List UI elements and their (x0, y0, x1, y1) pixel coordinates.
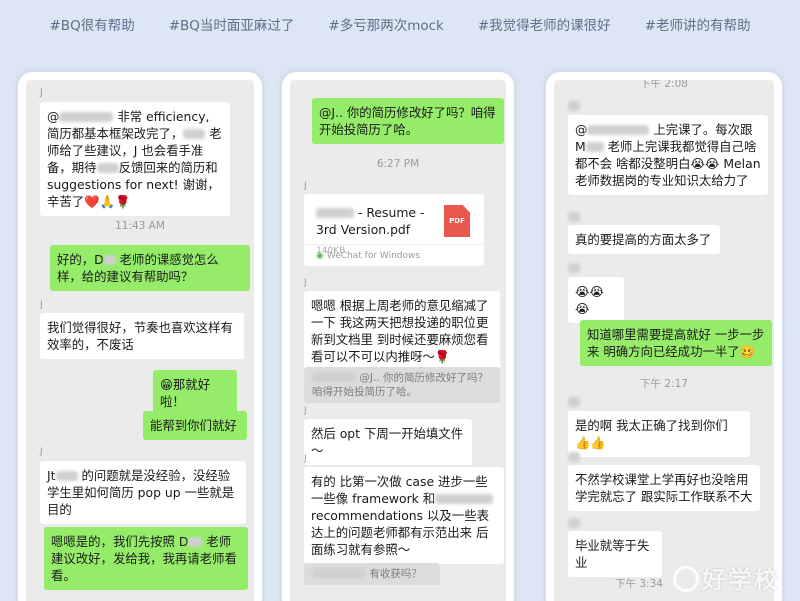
message-bubble[interactable]: 是的啊 我太正确了找到你们👍👍 (568, 411, 750, 457)
sender-name: J (40, 300, 43, 310)
message-bubble[interactable]: 好的，D 老师的课感觉怎么样，给的建议有帮助吗？ (50, 245, 250, 291)
message-bubble[interactable]: 不然学校课堂上学再好也没啥用 学完就忘了 跟实际工作联系不大 (568, 465, 760, 511)
message-bubble[interactable]: 能帮到你们就好 (143, 411, 247, 440)
timestamp: 6:27 PM (376, 158, 420, 170)
message-bubble[interactable]: 我们觉得很好，节奏也喜欢这样有效率的，不废话 (40, 313, 244, 359)
message-bubble[interactable]: @ 上完课了。每次跟 M 老师上完课我都觉得自己啥都不会 啥都没整明白😭😭 Me… (568, 115, 768, 195)
message-bubble[interactable]: 毕业就等于失业 (568, 531, 662, 577)
message-bubble[interactable]: 嗯嗯 根据上周老师的意见缩减了一下 我这两天把想投递的职位更新到文档里 到时候还… (304, 291, 500, 371)
chat-panel-1: J @ 非常 efficiency, 简历都基本框架改完了， 老师给了些建议，J… (18, 72, 262, 601)
sender-name: J (40, 447, 43, 457)
message-bubble[interactable]: 知道哪里需要提高就好 一步一步来 明确方向已经成功一半了🥴 (580, 320, 772, 366)
sender-name: J (304, 454, 307, 464)
timestamp: 下午 2:08 (640, 80, 688, 90)
message-bubble[interactable]: @J.. 你的简历修改好了吗？咱得开始投简历了哈。 (312, 98, 504, 144)
blurred-name (96, 163, 119, 173)
file-attachment[interactable]: - Resume - 3rd Version.pdf 140KB PDF ◉ We… (304, 194, 484, 266)
watermark-icon (673, 566, 699, 592)
blurred-name (183, 129, 206, 139)
hashtag: #BQ很有帮助 (49, 18, 135, 34)
hashtag-bar: #BQ很有帮助 #BQ当时面亚麻过了 #多亏那两次mock #我觉得老师的课很好… (0, 0, 800, 48)
message-bubble[interactable]: 😭😭😭 (568, 277, 624, 323)
pdf-icon: PDF (444, 205, 470, 237)
sender-name (568, 101, 580, 113)
hashtag: #我觉得老师的课很好 (477, 18, 611, 34)
hashtag: #BQ当时面亚麻过了 (168, 18, 295, 34)
hashtag: #多亏那两次mock (328, 18, 444, 34)
message-bubble[interactable]: 😁那就好啦！ (153, 370, 237, 416)
chat-area[interactable]: J @ 非常 efficiency, 简历都基本框架改完了， 老师给了些建议，J… (26, 80, 254, 601)
message-bubble[interactable]: @ 非常 efficiency, 简历都基本框架改完了， 老师给了些建议，J 也… (40, 102, 230, 216)
watermark-logo: 好学校 (673, 560, 780, 595)
sender-name (568, 518, 580, 530)
chat-area[interactable]: 下午 2:08 @ 上完课了。每次跟 M 老师上完课我都觉得自己啥都不会 啥都没… (554, 80, 774, 601)
timestamp: 下午 2:17 (640, 378, 688, 390)
wechat-icon: ◉ (316, 251, 324, 261)
chat-area[interactable]: @J.. 你的简历修改好了吗？咱得开始投简历了哈。 6:27 PM J - Re… (290, 80, 506, 601)
sender-name: J (304, 278, 307, 288)
message-bubble[interactable]: 嗯嗯是的，我们先按照 D 老师建议改好，发给我，我再请老师看看。 (44, 527, 248, 590)
sender-name: J (304, 406, 307, 416)
sender-name (568, 212, 580, 224)
sender-name (568, 397, 580, 409)
message-bubble[interactable]: 真的要提高的方面太多了 (568, 225, 720, 254)
hashtag: #老师讲的有帮助 (644, 18, 751, 34)
timestamp: 11:43 AM (115, 220, 165, 232)
message-bubble[interactable]: 有的 比第一次做 case 进步一些 一些像 framework 和 recom… (304, 467, 504, 564)
sender-name: J (40, 88, 43, 98)
chat-panel-3: 下午 2:08 @ 上完课了。每次跟 M 老师上完课我都觉得自己啥都不会 啥都没… (546, 72, 782, 601)
file-source: WeChat for Windows (326, 251, 421, 261)
quoted-message[interactable]: 有收获吗？ (304, 563, 440, 585)
sender-name: J (304, 181, 307, 191)
blurred-name (59, 112, 114, 122)
message-bubble[interactable]: 然后 opt 下周一开始填文件～ (304, 419, 472, 465)
quoted-message[interactable]: @J.. 你的简历修改好了吗？咱得开始投简历了哈。 (304, 367, 500, 403)
sender-name (568, 452, 580, 464)
message-bubble[interactable]: Jt 的问题就是没经验，没经验学生里如何简历 pop up 一些就是目的 (40, 461, 246, 524)
chat-panel-2: @J.. 你的简历修改好了吗？咱得开始投简历了哈。 6:27 PM J - Re… (282, 72, 514, 601)
sender-name (568, 263, 580, 275)
